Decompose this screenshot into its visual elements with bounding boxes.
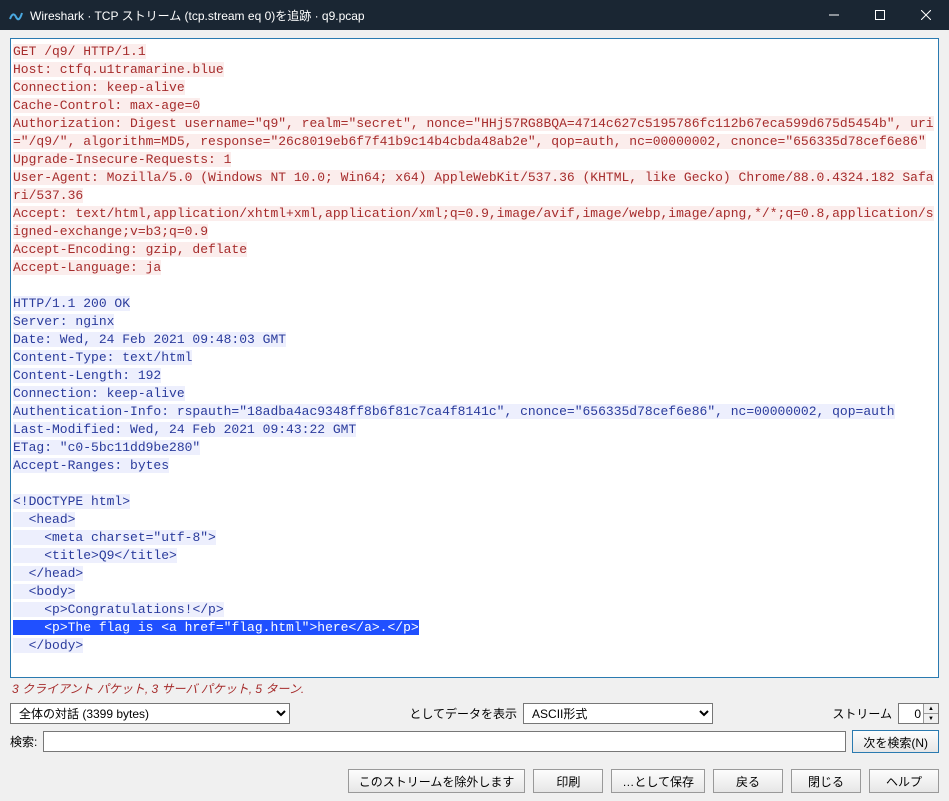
filter-out-button[interactable]: このストリームを除外します <box>348 769 526 793</box>
minimize-button[interactable] <box>811 0 857 30</box>
maximize-button[interactable] <box>857 0 903 30</box>
bottom-button-bar: このストリームを除外します 印刷 …として保存 戻る 閉じる ヘルプ <box>0 765 949 801</box>
controls-row: 全体の対話 (3399 bytes) としてデータを表示 ASCII形式 ストリ… <box>10 701 939 730</box>
search-row: 検索: 次を検索(N) <box>10 730 939 759</box>
help-button[interactable]: ヘルプ <box>869 769 939 793</box>
find-next-button[interactable]: 次を検索(N) <box>852 730 939 753</box>
search-label: 検索: <box>10 733 37 750</box>
response-body-post[interactable]: </body> <box>13 638 83 653</box>
back-button[interactable]: 戻る <box>713 769 783 793</box>
titlebar: Wireshark · TCP ストリーム (tcp.stream eq 0)を… <box>0 0 949 30</box>
show-as-label: としてデータを表示 <box>409 705 517 722</box>
stream-content[interactable]: GET /q9/ HTTP/1.1 Host: ctfq.u1tramarine… <box>10 38 939 678</box>
stream-up-button[interactable]: ▲ <box>924 704 938 714</box>
stream-label: ストリーム <box>832 705 892 722</box>
stream-down-button[interactable]: ▼ <box>924 714 938 723</box>
stream-value-input[interactable] <box>899 704 923 723</box>
conversation-select[interactable]: 全体の対話 (3399 bytes) <box>10 703 290 724</box>
search-input[interactable] <box>43 731 846 752</box>
print-button[interactable]: 印刷 <box>533 769 603 793</box>
save-as-button[interactable]: …として保存 <box>611 769 705 793</box>
request-block[interactable]: GET /q9/ HTTP/1.1 Host: ctfq.u1tramarine… <box>13 44 934 275</box>
response-body-pre[interactable]: <!DOCTYPE html> <head> <meta charset="ut… <box>13 494 224 617</box>
window-controls <box>811 0 949 30</box>
close-dialog-button[interactable]: 閉じる <box>791 769 861 793</box>
wireshark-icon <box>8 7 24 23</box>
packet-summary: 3 クライアント パケット, 3 サーバ パケット, 5 ターン. <box>10 678 939 701</box>
response-body-selected[interactable]: <p>The flag is <a href="flag.html">here<… <box>13 620 419 635</box>
response-headers[interactable]: HTTP/1.1 200 OK Server: nginx Date: Wed,… <box>13 296 895 473</box>
format-select[interactable]: ASCII形式 <box>523 703 713 724</box>
stream-spinner[interactable]: ▲ ▼ <box>898 703 939 724</box>
window-title: Wireshark · TCP ストリーム (tcp.stream eq 0)を… <box>30 7 811 24</box>
close-button[interactable] <box>903 0 949 30</box>
